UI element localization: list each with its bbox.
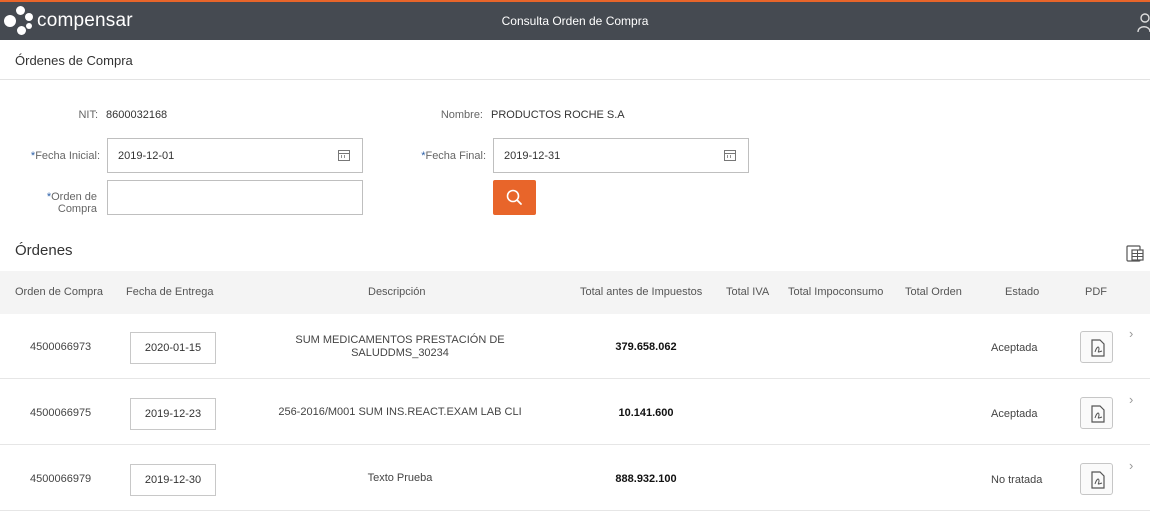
column-header[interactable]: Total antes de Impuestos [580, 286, 702, 298]
pdf-icon [1091, 405, 1105, 423]
chevron-right-icon[interactable]: › [1129, 326, 1133, 341]
fecha-final-value: 2019-12-31 [504, 150, 561, 162]
export-table-icon[interactable] [1125, 243, 1145, 263]
orden-compra-label: *Orden de Compra [46, 191, 97, 215]
user-icon[interactable] [1136, 11, 1150, 33]
fecha-entrega-cell: 2020-01-15 [130, 332, 216, 364]
pdf-icon [1091, 339, 1105, 357]
estado-cell: Aceptada [991, 342, 1038, 354]
fecha-entrega-cell: 2019-12-30 [130, 464, 216, 496]
orden-cell: 4500066975 [30, 407, 92, 419]
search-icon [506, 189, 522, 205]
page-title: Consulta Orden de Compra [501, 14, 649, 28]
fecha-inicial-value: 2019-12-01 [118, 150, 175, 162]
section-title: Órdenes [15, 242, 73, 259]
total-cell: 10.141.600 [618, 407, 674, 419]
nit-label: NIT: [78, 109, 98, 121]
pdf-button[interactable] [1080, 463, 1113, 495]
fecha-entrega-cell: 2019-12-23 [130, 398, 216, 430]
total-cell: 888.932.100 [615, 473, 677, 485]
pdf-icon [1091, 471, 1105, 489]
pdf-button[interactable] [1080, 331, 1113, 363]
column-header[interactable]: Total Orden [905, 286, 962, 298]
nombre-value: PRODUCTOS ROCHE S.A [491, 109, 625, 121]
estado-cell: No tratada [991, 474, 1043, 486]
calendar-icon[interactable] [724, 150, 736, 161]
column-header[interactable]: Orden de Compra [15, 286, 103, 298]
orden-cell: 4500066979 [30, 473, 92, 485]
descripcion-cell: 256-2016/M001 SUM INS.REACT.EXAM LAB CLI [278, 406, 522, 418]
chevron-right-icon[interactable]: › [1129, 458, 1133, 473]
fecha-inicial-field[interactable]: 2019-12-01 [107, 138, 363, 173]
table-row[interactable]: 4500066973 2020-01-15 SUM MEDICAMENTOS P… [0, 314, 1150, 379]
fecha-final-label: *Fecha Final: [421, 150, 486, 162]
pdf-button[interactable] [1080, 397, 1113, 429]
table-row[interactable]: 4500066979 2019-12-30 Texto Prueba 888.9… [0, 446, 1150, 511]
table-header: Orden de Compra Fecha de Entrega Descrip… [0, 271, 1150, 314]
descripcion-cell: SUM MEDICAMENTOS PRESTACIÓN DE SALUDDMS_… [295, 334, 505, 359]
column-header[interactable]: Total Impoconsumo [788, 286, 883, 298]
table-row[interactable]: 4500066975 2019-12-23 256-2016/M001 SUM … [0, 380, 1150, 445]
estado-cell: Aceptada [991, 408, 1038, 420]
nombre-label: Nombre: [440, 109, 483, 121]
column-header[interactable]: Estado [1005, 286, 1039, 298]
search-button[interactable] [493, 180, 536, 215]
calendar-icon[interactable] [338, 150, 350, 161]
app-header: compensar Consulta Orden de Compra [0, 0, 1150, 40]
fecha-final-field[interactable]: 2019-12-31 [493, 138, 749, 173]
orden-cell: 4500066973 [30, 341, 92, 353]
breadcrumb-bar: Órdenes de Compra [0, 40, 1150, 80]
breadcrumb: Órdenes de Compra [15, 53, 133, 68]
total-cell: 379.658.062 [615, 341, 677, 353]
descripcion-cell: Texto Prueba [367, 472, 433, 484]
column-header[interactable]: Descripción [368, 286, 425, 298]
nit-value: 8600032168 [106, 109, 168, 121]
column-header[interactable]: Total IVA [726, 286, 769, 298]
column-header[interactable]: Fecha de Entrega [126, 286, 213, 298]
orden-compra-input[interactable] [107, 180, 363, 215]
fecha-inicial-label: *Fecha Inicial: [30, 150, 100, 162]
chevron-right-icon[interactable]: › [1129, 392, 1133, 407]
column-header: PDF [1085, 286, 1107, 298]
